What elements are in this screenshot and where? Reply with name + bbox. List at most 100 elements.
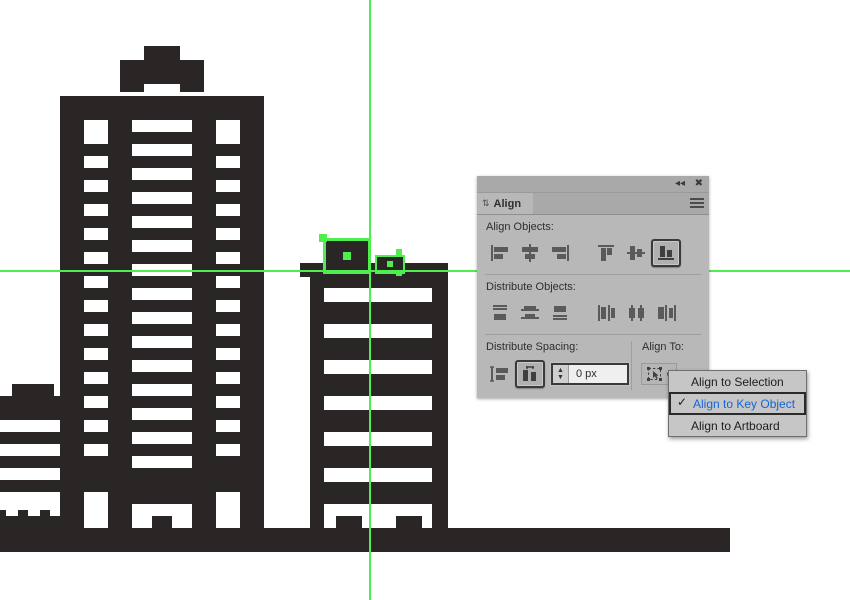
ground-bar	[0, 528, 730, 552]
vertical-guide	[369, 0, 371, 600]
window	[0, 492, 60, 516]
window	[216, 228, 240, 240]
window	[84, 252, 108, 264]
window	[216, 324, 240, 336]
stepper-up-icon[interactable]: ▲	[557, 367, 564, 374]
menu-item-align-to-artboard[interactable]: Align to Artboard	[669, 415, 806, 436]
window	[324, 360, 432, 374]
menu-item-label: Align to Artboard	[691, 418, 780, 433]
window	[216, 204, 240, 216]
window	[0, 420, 60, 432]
stepper-down-icon[interactable]: ▼	[557, 374, 564, 381]
door-right	[216, 492, 240, 528]
divider	[485, 274, 701, 275]
window	[216, 180, 240, 192]
distribute-objects-buttons	[485, 298, 701, 328]
fence-post	[18, 510, 28, 518]
window	[324, 288, 432, 302]
window	[84, 276, 108, 288]
menu-item-align-to-key-object[interactable]: ✓ Align to Key Object	[669, 392, 806, 415]
window	[84, 324, 108, 336]
window	[132, 192, 192, 204]
window	[84, 204, 108, 216]
selection-center-dot	[343, 252, 351, 260]
window	[132, 456, 192, 468]
vertical-align-center-button[interactable]	[621, 239, 651, 267]
window	[132, 384, 192, 396]
horizontal-align-left-button[interactable]	[485, 239, 515, 267]
collapse-icon[interactable]: ◂◂	[675, 177, 685, 191]
distribute-spacing-column: Distribute Spacing: ▲ ▼ 0 px	[485, 341, 631, 390]
window	[132, 360, 192, 372]
window	[216, 300, 240, 312]
align-to-menu[interactable]: Align to Selection ✓ Align to Key Object…	[668, 370, 807, 437]
selection-center-dot	[387, 261, 393, 267]
door-left	[84, 492, 108, 528]
entrance-step	[152, 516, 172, 528]
spacing-stepper[interactable]: ▲ ▼	[553, 365, 569, 383]
window	[216, 276, 240, 288]
horizontal-distribute-right-button[interactable]	[651, 299, 681, 327]
selection-handle[interactable]	[319, 234, 327, 242]
window	[324, 324, 432, 338]
window	[216, 444, 240, 456]
window	[84, 228, 108, 240]
check-icon: ✓	[677, 395, 688, 409]
distribute-spacing-controls: ▲ ▼ 0 px	[485, 358, 631, 390]
fence-post	[0, 510, 6, 518]
panel-titlebar: ◂◂ ✖	[477, 176, 709, 193]
window	[84, 120, 108, 144]
selection-handle[interactable]	[396, 270, 402, 276]
selection-handle[interactable]	[396, 249, 402, 255]
divider	[485, 334, 701, 335]
window	[216, 372, 240, 384]
artboard-canvas[interactable]	[0, 0, 850, 600]
window	[84, 180, 108, 192]
align-to-key-object-icon	[646, 366, 662, 381]
window	[216, 396, 240, 408]
vertical-distribute-spacing-button[interactable]	[485, 360, 515, 388]
vertical-align-top-button[interactable]	[591, 239, 621, 267]
window	[132, 336, 192, 348]
menu-item-label: Align to Key Object	[693, 396, 796, 411]
window	[132, 120, 192, 132]
window	[216, 252, 240, 264]
close-icon[interactable]: ✖	[695, 177, 703, 191]
distribute-objects-label: Distribute Objects:	[486, 281, 576, 293]
panel-tabbar[interactable]: ⇅ Align	[477, 193, 709, 215]
window	[216, 420, 240, 432]
horizontal-align-center-button[interactable]	[515, 239, 545, 267]
horizontal-align-right-button[interactable]	[545, 239, 575, 267]
tab-toggle-icon: ⇅	[482, 198, 490, 208]
vertical-distribute-bottom-button[interactable]	[545, 299, 575, 327]
horizontal-distribute-left-button[interactable]	[591, 299, 621, 327]
fence-post	[40, 510, 50, 518]
vertical-distribute-top-button[interactable]	[485, 299, 515, 327]
spacing-value-field[interactable]: ▲ ▼ 0 px	[551, 363, 629, 385]
window	[84, 396, 108, 408]
tab-align[interactable]: ⇅ Align	[477, 193, 533, 214]
align-panel[interactable]: ◂◂ ✖ ⇅ Align Align Objects: Distribute O…	[477, 176, 709, 398]
panel-menu-icon[interactable]	[690, 198, 704, 209]
vertical-align-bottom-button[interactable]	[651, 239, 681, 267]
align-objects-buttons	[485, 238, 701, 268]
window	[84, 372, 108, 384]
building-left-penthouse-window	[144, 84, 180, 96]
window	[132, 408, 192, 420]
horizontal-distribute-spacing-button[interactable]	[515, 360, 545, 388]
window	[132, 312, 192, 324]
window	[84, 444, 108, 456]
horizontal-distribute-center-button[interactable]	[621, 299, 651, 327]
spacing-value[interactable]: 0 px	[569, 368, 597, 380]
window	[216, 348, 240, 360]
vertical-distribute-center-button[interactable]	[515, 299, 545, 327]
distribute-spacing-label: Distribute Spacing:	[486, 341, 579, 353]
window	[132, 288, 192, 300]
window	[216, 120, 240, 144]
menu-item-align-to-selection[interactable]: Align to Selection	[669, 371, 806, 392]
window	[0, 444, 60, 456]
window	[132, 240, 192, 252]
horizontal-guide	[0, 270, 850, 272]
window	[324, 396, 432, 410]
window	[132, 216, 192, 228]
